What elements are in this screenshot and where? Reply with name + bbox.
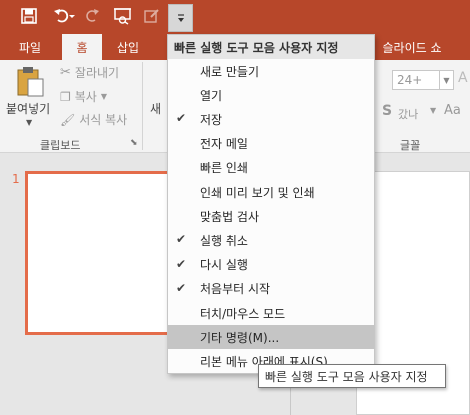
checkmark-icon: ✔ <box>176 280 187 295</box>
menu-item-label: 맞춤법 검사 <box>200 209 260 224</box>
ribbon-divider <box>142 62 143 150</box>
cut-button[interactable]: ✂ 잘라내기 <box>60 64 119 81</box>
menu-item[interactable]: ✔ 다시 실행 <box>168 253 374 277</box>
menu-item-label: 터치/마우스 모드 <box>200 306 286 321</box>
character-spacing-button[interactable]: 갔나 <box>398 106 418 122</box>
brush-icon: 🖌 <box>60 112 76 127</box>
clipboard-launcher-icon[interactable]: ⬊ <box>130 138 138 148</box>
change-case-button[interactable]: Aa <box>444 103 461 118</box>
menu-item[interactable]: 열기 <box>168 83 374 107</box>
chevron-down-icon: ▼ <box>430 106 437 115</box>
tab-file[interactable]: 파일 <box>8 34 52 60</box>
checkmark-icon: ✔ <box>176 232 187 247</box>
customize-qat-button[interactable] <box>168 4 193 32</box>
menu-item-label: 기타 명령(M)... <box>200 330 280 345</box>
menu-header: 빠른 실행 도구 모음 사용자 지정 <box>168 35 374 59</box>
cut-label: 잘라내기 <box>74 66 120 80</box>
undo-button[interactable] <box>50 5 78 27</box>
present-from-beginning-button[interactable] <box>111 5 135 27</box>
shadow-button[interactable]: S <box>382 103 392 119</box>
chevron-down-icon: ▼ <box>100 92 108 101</box>
save-icon <box>21 8 37 24</box>
menu-item-label: 인쇄 미리 보기 및 인쇄 <box>200 185 315 200</box>
customize-qat-icon <box>177 14 184 22</box>
menu-item[interactable]: 인쇄 미리 보기 및 인쇄 <box>168 180 374 204</box>
menu-item-label: 전자 메일 <box>200 137 248 152</box>
undo-icon <box>54 9 75 23</box>
menu-item[interactable]: ✔ 저장 <box>168 107 374 131</box>
format-painter-button[interactable]: 🖌 서식 복사 <box>60 111 127 128</box>
tab-slideshow[interactable]: 슬라이드 쇼 <box>372 34 452 60</box>
copy-icon: ❐ <box>60 89 71 104</box>
redo-icon <box>86 9 99 22</box>
clipboard-group-label: 클립보드 <box>40 139 81 152</box>
touch-mouse-mode-icon <box>144 9 159 23</box>
font-size-value: 24+ <box>397 73 423 87</box>
menu-item[interactable]: 새로 만들기 <box>168 59 374 83</box>
paste-icon <box>17 67 44 97</box>
font-group-label: 글꼴 <box>400 139 421 152</box>
copy-label: 복사 <box>74 90 97 104</box>
menu-item[interactable]: 기타 명령(M)... <box>168 325 374 350</box>
font-size-dropdown[interactable]: ▼ <box>440 70 454 90</box>
slide-number: 1 <box>12 172 20 186</box>
tooltip: 빠른 실행 도구 모음 사용자 지정 <box>258 364 446 388</box>
new-slide-label: 새 <box>150 102 162 116</box>
checkmark-icon: ✔ <box>176 256 187 271</box>
menu-item-label: 새로 만들기 <box>200 64 260 79</box>
present-from-beginning-icon <box>114 8 131 25</box>
paste-dropdown-icon[interactable]: ▼ <box>26 118 32 127</box>
menu-item-label: 다시 실행 <box>200 258 248 273</box>
copy-button[interactable]: ❐ 복사 ▼ <box>60 88 107 105</box>
menu-item-label: 처음부터 시작 <box>200 282 271 297</box>
tab-insert[interactable]: 삽입 <box>106 34 150 60</box>
menu-item-label: 열기 <box>200 88 223 103</box>
checkmark-icon: ✔ <box>176 111 187 126</box>
paste-label: 붙여넣기 <box>6 102 51 116</box>
menu-item[interactable]: ✔ 실행 취소 <box>168 228 374 252</box>
menu-item[interactable]: 빠른 인쇄 <box>168 156 374 180</box>
tab-home[interactable]: 홈 <box>62 34 102 60</box>
menu-item[interactable]: 맞춤법 검사 <box>168 204 374 228</box>
redo-button[interactable] <box>84 5 102 27</box>
format-painter-label: 서식 복사 <box>79 113 128 127</box>
menu-item[interactable]: ✔ 처음부터 시작 <box>168 277 374 301</box>
menu-item[interactable]: 전자 메일 <box>168 132 374 156</box>
menu-item-label: 빠른 인쇄 <box>200 161 248 176</box>
grow-font-icon[interactable]: A <box>458 70 468 86</box>
paste-button[interactable] <box>14 66 46 98</box>
scissors-icon: ✂ <box>60 65 71 80</box>
touch-mouse-mode-button[interactable] <box>142 5 162 27</box>
menu-item-label: 실행 취소 <box>200 233 248 248</box>
menu-item[interactable]: 터치/마우스 모드 <box>168 301 374 325</box>
menu-item-label: 저장 <box>200 112 223 127</box>
font-size-box[interactable]: 24+ <box>392 70 440 90</box>
save-button[interactable] <box>18 5 40 27</box>
